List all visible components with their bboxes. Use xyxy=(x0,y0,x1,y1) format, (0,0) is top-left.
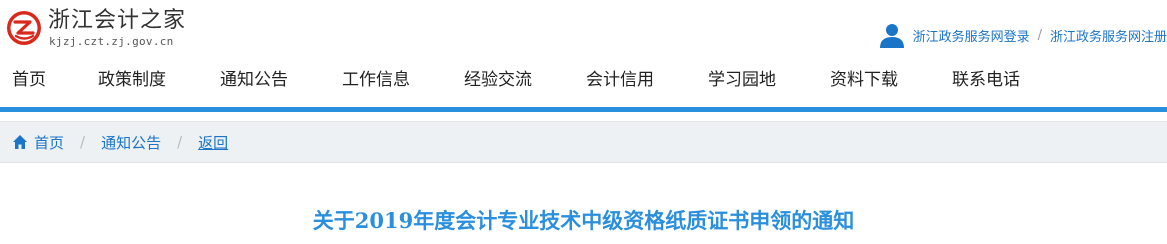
breadcrumb-home[interactable]: 首页 xyxy=(12,132,64,153)
breadcrumb-separator: / xyxy=(80,133,86,151)
nav-item-contact[interactable]: 联系电话 xyxy=(952,60,1020,100)
site-header: 浙江会计之家 kjzj.czt.zj.gov.cn 浙江政务服务网登录 / 浙江… xyxy=(0,0,1167,60)
nav-item-notices[interactable]: 通知公告 xyxy=(220,60,288,100)
breadcrumb: 首页 / 通知公告 / 返回 xyxy=(0,121,1167,163)
article-title: 关于2019年度会计专业技术中级资格纸质证书申领的通知 xyxy=(312,208,855,233)
main-nav: 首页 政策制度 通知公告 工作信息 经验交流 会计信用 学习园地 资料下载 联系… xyxy=(0,60,1167,100)
site-domain: kjzj.czt.zj.gov.cn xyxy=(49,35,174,48)
breadcrumb-separator: / xyxy=(177,133,183,151)
register-link[interactable]: 浙江政务服务网注册 xyxy=(1050,26,1167,45)
user-icon xyxy=(879,24,904,48)
breadcrumb-notices[interactable]: 通知公告 xyxy=(101,132,161,153)
breadcrumb-back[interactable]: 返回 xyxy=(198,132,228,153)
nav-divider xyxy=(0,107,1167,112)
breadcrumb-home-label: 首页 xyxy=(34,133,65,152)
user-links-separator: / xyxy=(1037,27,1042,43)
home-icon xyxy=(13,135,27,149)
user-links: 浙江政务服务网登录 / 浙江政务服务网注册 xyxy=(879,22,1167,48)
login-link[interactable]: 浙江政务服务网登录 xyxy=(913,26,1030,45)
nav-item-learning[interactable]: 学习园地 xyxy=(708,60,776,100)
site-name[interactable]: 浙江会计之家 xyxy=(48,8,186,34)
nav-item-downloads[interactable]: 资料下载 xyxy=(830,60,898,100)
nav-item-home[interactable]: 首页 xyxy=(12,60,46,100)
site-logo-icon[interactable] xyxy=(6,10,42,46)
nav-item-experience[interactable]: 经验交流 xyxy=(464,60,532,100)
nav-item-credit[interactable]: 会计信用 xyxy=(586,60,654,100)
nav-item-work-info[interactable]: 工作信息 xyxy=(342,60,410,100)
nav-item-policy[interactable]: 政策制度 xyxy=(98,60,166,100)
